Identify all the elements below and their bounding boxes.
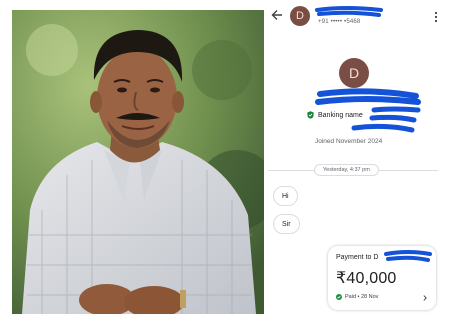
banking-name-row: Banking name [307, 111, 363, 119]
back-arrow-icon[interactable] [271, 9, 283, 21]
banking-name-label: Banking name [318, 111, 363, 119]
chevron-right-icon[interactable] [423, 295, 427, 301]
redaction-scribble [315, 6, 383, 17]
payment-amount: ₹40,000 [336, 270, 397, 287]
person-photo [12, 10, 264, 314]
payment-card[interactable]: Payment to D ₹40,000 Paid • 28 Nov [328, 246, 436, 310]
date-separator: Yesterday, 4:37 pm [268, 163, 438, 177]
payment-status: Paid • 28 Nov [336, 294, 378, 300]
joined-date: Joined November 2024 [315, 138, 383, 145]
redaction-scribble [384, 250, 432, 262]
message-bubble[interactable]: Sir [273, 214, 300, 234]
payment-title: Payment to D [336, 254, 379, 261]
contact-phone: +91 ••••• •5468 [318, 19, 361, 25]
contact-avatar[interactable]: D [290, 6, 310, 26]
verified-shield-icon [307, 111, 314, 119]
date-label: Yesterday, 4:37 pm [314, 164, 379, 176]
recipient-initial: D [373, 254, 379, 261]
payment-chat-panel: D +91 ••••• •5468 D Banking name Joined … [266, 0, 452, 316]
profile-avatar: D [339, 58, 369, 88]
more-options-icon[interactable] [434, 11, 438, 23]
paid-check-icon [336, 294, 342, 300]
message-bubble[interactable]: Hi [273, 186, 298, 206]
chat-header: D +91 ••••• •5468 [266, 0, 452, 30]
